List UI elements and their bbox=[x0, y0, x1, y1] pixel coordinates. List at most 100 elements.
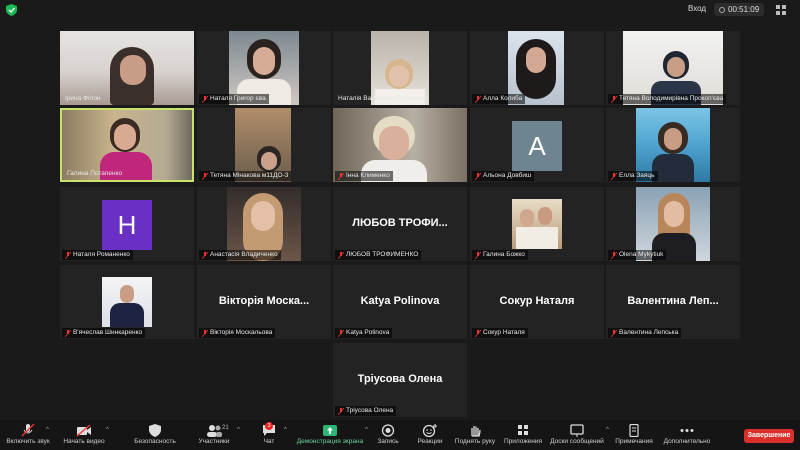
participant-name-tag: Алла Колиба bbox=[472, 94, 526, 104]
participants-count: 21 bbox=[222, 425, 229, 431]
participants-options-caret-icon[interactable]: ^ bbox=[237, 427, 240, 433]
participant-display-name: ЛЮБОВ ТРОФИ... bbox=[352, 217, 448, 229]
muted-mic-icon bbox=[202, 251, 208, 259]
muted-mic-icon bbox=[338, 329, 344, 337]
participant-tile[interactable]: Анастасія Владиченко bbox=[197, 187, 331, 261]
participant-tile[interactable]: ЛЮБОВ ТРОФИ... ЛЮБОВ ТРОФИМЕНКО bbox=[333, 187, 467, 261]
participant-name-tag: Вікторія Москальова bbox=[199, 328, 276, 338]
avatar: A bbox=[512, 121, 562, 171]
view-grid-icon[interactable] bbox=[776, 5, 786, 15]
raise-hand-button[interactable]: Поднять руку bbox=[454, 420, 496, 450]
participant-name-tag: Тетяна Мінакова м11ДО-3 bbox=[199, 171, 292, 181]
share-options-caret-icon[interactable]: ^ bbox=[365, 427, 368, 433]
participant-tile[interactable]: Katya Polinova Katya Polinova bbox=[333, 265, 467, 339]
chat-button[interactable]: 3 Чат bbox=[256, 420, 282, 450]
participant-video bbox=[512, 199, 562, 249]
encryption-shield-icon[interactable] bbox=[6, 4, 17, 16]
notes-icon bbox=[629, 424, 639, 437]
participant-tile[interactable]: Ірина Філон bbox=[60, 31, 194, 105]
participant-tile[interactable]: Наталія Валеріївна Науменко bbox=[333, 31, 467, 105]
participant-tile[interactable]: Вікторія Моска... Вікторія Москальова bbox=[197, 265, 331, 339]
raised-hand-icon bbox=[471, 426, 481, 437]
muted-mic-icon bbox=[202, 329, 208, 337]
participant-name-tag: Сокур Наталя bbox=[472, 328, 528, 338]
participant-tile[interactable]: Тетяна Володимирівна Прокоп'єва bbox=[606, 31, 740, 105]
chat-options-caret-icon[interactable]: ^ bbox=[284, 427, 287, 433]
whiteboard-icon bbox=[570, 424, 584, 437]
audio-options-caret-icon[interactable]: ^ bbox=[46, 427, 49, 433]
notes-button[interactable]: Примечания bbox=[614, 420, 654, 450]
muted-mic-icon bbox=[611, 172, 617, 180]
muted-mic-icon bbox=[21, 424, 35, 437]
muted-mic-icon bbox=[338, 172, 344, 180]
share-screen-button[interactable]: Демонстрация экрана bbox=[296, 420, 364, 450]
participant-tile[interactable]: Алла Колиба bbox=[470, 31, 604, 105]
apps-button[interactable]: Приложения bbox=[504, 420, 542, 450]
participant-tile[interactable]: Сокур Наталя Сокур Наталя bbox=[470, 265, 604, 339]
whiteboards-button[interactable]: Доски сообщений bbox=[550, 420, 604, 450]
chat-unread-badge: 3 bbox=[265, 422, 273, 430]
participant-tile[interactable]: Тріусова Олена Тріусова Олена bbox=[333, 343, 467, 417]
participant-tile[interactable]: A Альона Довбиш bbox=[470, 108, 604, 182]
participant-tile[interactable]: Галина Божко bbox=[470, 187, 604, 261]
participant-name-tag: Анастасія Владиченко bbox=[199, 250, 281, 260]
meeting-toolbar: Включить звук ^ Начать видео ^ Безопасно… bbox=[0, 420, 800, 450]
participant-display-name: Вікторія Моска... bbox=[218, 295, 310, 307]
smiley-plus-icon bbox=[422, 424, 437, 437]
active-speaker-tile[interactable]: Галина Потапенко bbox=[60, 108, 194, 182]
participant-display-name: Валентина Леп... bbox=[627, 295, 719, 307]
muted-mic-icon bbox=[611, 251, 617, 259]
participant-name-tag: Галина Божко bbox=[472, 250, 528, 260]
video-off-icon bbox=[76, 424, 91, 437]
unmute-button[interactable]: Включить звук bbox=[2, 420, 54, 450]
top-bar: Вход 00:51:09 bbox=[0, 0, 800, 20]
participant-name-tag: Альона Довбиш bbox=[472, 171, 535, 181]
participants-button[interactable]: Участники bbox=[192, 420, 236, 450]
apps-icon bbox=[518, 425, 528, 435]
participant-tile[interactable]: Елла Заяць bbox=[606, 108, 740, 182]
muted-mic-icon bbox=[611, 95, 617, 103]
shield-icon bbox=[149, 424, 161, 437]
whiteboard-options-caret-icon[interactable]: ^ bbox=[606, 427, 609, 433]
more-button[interactable]: Дополнительно bbox=[660, 420, 714, 450]
muted-mic-icon bbox=[611, 329, 617, 337]
participant-name-tag: Інна Клименко bbox=[335, 171, 393, 181]
video-options-caret-icon[interactable]: ^ bbox=[106, 427, 109, 433]
participant-tile[interactable]: Інна Клименко bbox=[333, 108, 467, 182]
more-dots-icon bbox=[680, 429, 694, 432]
muted-mic-icon bbox=[475, 172, 481, 180]
participant-name-tag: Olena Mykytiuk bbox=[608, 250, 667, 260]
participant-name-tag: Наталія Валеріївна Науменко bbox=[338, 95, 428, 102]
participant-tile[interactable]: В'ячеслав Шинкаренко bbox=[60, 265, 194, 339]
timer-icon bbox=[719, 6, 725, 13]
participant-name-tag: Тетяна Володимирівна Прокоп'єва bbox=[608, 94, 727, 104]
muted-mic-icon bbox=[65, 251, 71, 259]
participants-icon bbox=[207, 425, 222, 437]
muted-mic-icon bbox=[338, 251, 344, 259]
security-button[interactable]: Безопасность bbox=[132, 420, 178, 450]
muted-mic-icon bbox=[475, 251, 481, 259]
participant-display-name: Katya Polinova bbox=[360, 295, 440, 307]
share-screen-icon bbox=[323, 425, 337, 436]
participant-name-tag: Katya Polinova bbox=[335, 328, 393, 338]
record-button[interactable]: Запись bbox=[374, 420, 402, 450]
participant-name-tag: Елла Заяць bbox=[608, 171, 658, 181]
end-meeting-button[interactable]: Завершение bbox=[744, 429, 794, 443]
participant-name-tag: ЛЮБОВ ТРОФИМЕНКО bbox=[335, 250, 422, 260]
reactions-button[interactable]: Реакции bbox=[414, 420, 446, 450]
participant-tile[interactable]: Olena Mykytiuk bbox=[606, 187, 740, 261]
participant-tile[interactable]: H Наталя Романенко bbox=[60, 187, 194, 261]
participant-name-tag: Тріусова Олена bbox=[335, 406, 397, 416]
login-link[interactable]: Вход bbox=[688, 4, 706, 13]
muted-mic-icon bbox=[202, 172, 208, 180]
participant-tile[interactable]: Тетяна Мінакова м11ДО-3 bbox=[197, 108, 331, 182]
muted-mic-icon bbox=[65, 329, 71, 337]
participant-tile[interactable]: Валентина Леп... Валентина Лепська bbox=[606, 265, 740, 339]
muted-mic-icon bbox=[475, 95, 481, 103]
participant-tile[interactable]: Наталя Григор єва bbox=[197, 31, 331, 105]
muted-mic-icon bbox=[202, 95, 208, 103]
start-video-button[interactable]: Начать видео bbox=[60, 420, 108, 450]
participant-display-name: Сокур Наталя bbox=[499, 295, 575, 307]
participant-name-tag: Галина Потапенко bbox=[67, 170, 123, 177]
record-icon bbox=[381, 424, 395, 437]
